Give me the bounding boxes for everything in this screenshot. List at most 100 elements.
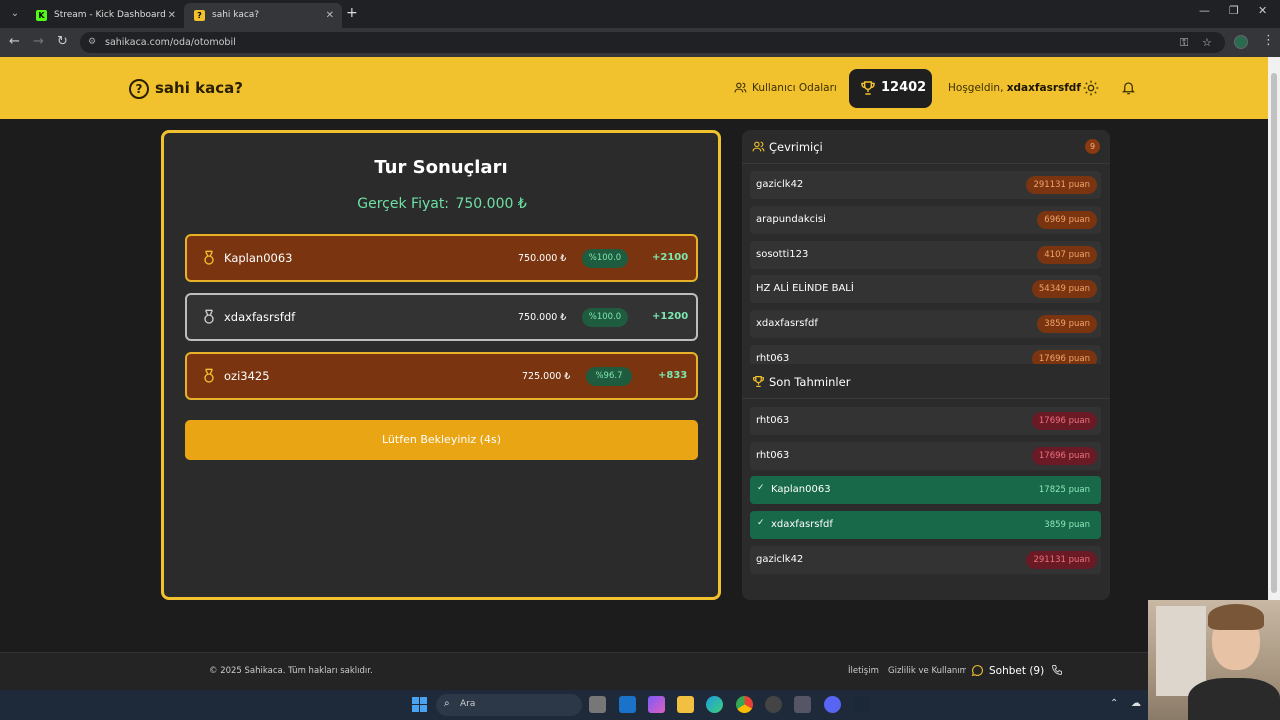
restore-icon[interactable]: ❐ — [1229, 4, 1239, 17]
online-count-badge: 9 — [1085, 139, 1100, 154]
outlook-icon[interactable] — [619, 696, 636, 713]
user-name: rht063 — [756, 353, 790, 364]
discord-icon[interactable] — [824, 696, 841, 713]
bell-icon[interactable] — [1121, 80, 1136, 96]
taskbar-search[interactable]: ⌕ Ara — [436, 694, 582, 716]
task-view-icon[interactable] — [589, 696, 606, 713]
result-points: +2100 — [652, 252, 689, 263]
score-badge: 12402 — [849, 69, 932, 108]
app-icon[interactable] — [765, 696, 782, 713]
profile-avatar[interactable] — [1234, 35, 1248, 49]
user-points-badge: 3859 puan — [1044, 520, 1090, 530]
scrollbar-thumb[interactable] — [1271, 73, 1277, 593]
tab-kick-dashboard[interactable]: K Stream - Kick Dashboard ✕ — [26, 3, 184, 28]
real-price-value: 750.000 ₺ — [455, 196, 527, 212]
tab-sahikaca[interactable]: ? sahi kaca? ✕ — [184, 3, 342, 28]
kick-favicon-icon: K — [36, 10, 47, 21]
result-player-name: Kaplan0063 — [224, 251, 293, 265]
online-title: Çevrimiçi — [769, 140, 823, 154]
welcome-text: Hoşgeldin, xdaxfasrsfdf — [948, 82, 1081, 94]
file-explorer-icon[interactable] — [677, 696, 694, 713]
user-points-badge: 291131 puan — [1026, 176, 1097, 194]
user-name: xdaxfasrsfdf — [771, 519, 833, 530]
webcam-person-hair — [1208, 604, 1264, 630]
password-key-icon[interactable]: ⚿ — [1180, 32, 1188, 53]
edge-icon[interactable] — [706, 696, 723, 713]
list-item: ✓ Kaplan0063 17825 puan — [750, 476, 1101, 504]
tab-title: sahi kaca? — [212, 10, 260, 20]
url-text: sahikaca.com/oda/otomobil — [105, 37, 236, 48]
user-name: xdaxfasrsfdf — [756, 318, 818, 329]
privacy-link[interactable]: Gizlilik ve Kullanım — [888, 666, 968, 676]
phone-icon[interactable] — [1051, 664, 1063, 676]
result-row-3: ozi3425 725.000 ₺ %96.7 +833 — [185, 352, 698, 400]
username: xdaxfasrsfdf — [1006, 82, 1081, 94]
reload-icon[interactable]: ↻ — [57, 34, 68, 49]
windows-start-icon[interactable] — [412, 697, 427, 712]
site-logo[interactable]: sahi kaca? — [155, 79, 243, 97]
user-points-badge: 54349 puan — [1031, 280, 1097, 298]
forward-arrow-icon[interactable]: → — [33, 34, 44, 49]
user-name: gaziclk42 — [756, 554, 804, 565]
webcam-overlay — [1148, 600, 1280, 720]
minimize-icon[interactable]: — — [1199, 4, 1210, 17]
cloud-icon[interactable]: ☁ — [1131, 698, 1141, 709]
close-window-icon[interactable]: ✕ — [1258, 4, 1267, 17]
steam-icon[interactable] — [853, 696, 870, 713]
page-scrollbar[interactable] — [1268, 57, 1280, 652]
list-item: ✓ xdaxfasrsfdf 3859 puan — [750, 511, 1101, 539]
chat-label: Sohbet (9) — [989, 665, 1045, 677]
list-item: rht063 17696 puan — [750, 345, 1101, 364]
users-icon — [752, 141, 765, 152]
chat-button[interactable]: Sohbet (9) — [966, 657, 1080, 685]
check-icon: ✓ — [757, 518, 765, 528]
result-player-name: xdaxfasrsfdf — [224, 310, 296, 324]
medal-silver-icon — [204, 309, 214, 324]
online-user-list[interactable]: gaziclk42 291131 puan arapundakcisi 6969… — [742, 164, 1110, 364]
real-price-label: Gerçek Fiyat: — [357, 196, 450, 212]
medal-bronze-icon — [204, 368, 214, 383]
site-info-icon[interactable]: ⚙ — [88, 32, 96, 53]
recent-guesses-title: Son Tahminler — [769, 375, 851, 389]
wait-button[interactable]: Lütfen Bekleyiniz (4s) — [185, 420, 698, 460]
browser-menu-icon[interactable]: ⋮ — [1262, 33, 1275, 48]
recent-guesses-header: Son Tahminler — [742, 365, 1110, 399]
tab-search-menu-icon[interactable]: ⌄ — [6, 5, 24, 23]
medal-gold-icon — [204, 250, 214, 265]
site-header: ? sahi kaca? Kullanıcı Odaları 12402 Hoş… — [0, 57, 1268, 119]
app-icon[interactable] — [794, 696, 811, 713]
user-name: arapundakcisi — [756, 214, 826, 225]
list-item: xdaxfasrsfdf 3859 puan — [750, 310, 1101, 338]
copilot-icon[interactable] — [648, 696, 665, 713]
address-bar[interactable]: ⚙ sahikaca.com/oda/otomobil ⚿ ☆ — [80, 32, 1225, 53]
result-accuracy-badge: %96.7 — [586, 367, 632, 386]
result-row-2: xdaxfasrsfdf 750.000 ₺ %100.0 +1200 — [185, 293, 698, 341]
result-points: +833 — [658, 370, 688, 381]
round-results-card: Tur Sonuçları Gerçek Fiyat: 750.000 ₺ Ka… — [161, 130, 721, 600]
os-taskbar: ⌕ Ara ⌃ ☁ — [0, 690, 1280, 720]
result-guess-price: 725.000 ₺ — [522, 371, 571, 382]
user-name: gaziclk42 — [756, 179, 804, 190]
result-points: +1200 — [652, 311, 689, 322]
nav-user-rooms-link[interactable]: Kullanıcı Odaları — [752, 82, 837, 94]
side-panel: Çevrimiçi 9 gaziclk42 291131 puan arapun… — [742, 130, 1110, 600]
close-tab-icon[interactable]: ✕ — [326, 3, 334, 28]
contact-link[interactable]: İletişim — [848, 666, 879, 676]
new-tab-icon[interactable]: + — [346, 5, 358, 21]
sun-icon[interactable] — [1083, 80, 1099, 96]
list-item: HZ ALİ ELİNDE BALİ 54349 puan — [750, 275, 1101, 303]
back-arrow-icon[interactable]: ← — [9, 34, 20, 49]
user-name: sosotti123 — [756, 249, 809, 260]
user-name: rht063 — [756, 450, 790, 461]
welcome-prefix: Hoşgeldin, — [948, 82, 1004, 94]
browser-tabbar: ⌄ K Stream - Kick Dashboard ✕ ? sahi kac… — [0, 0, 1280, 28]
question-circle-icon[interactable]: ? — [129, 79, 149, 99]
result-guess-price: 750.000 ₺ — [518, 253, 567, 264]
bookmark-star-icon[interactable]: ☆ — [1202, 32, 1212, 53]
tray-expand-icon[interactable]: ⌃ — [1110, 698, 1118, 709]
close-tab-icon[interactable]: ✕ — [168, 3, 176, 28]
user-points-badge: 291131 puan — [1026, 551, 1097, 569]
chrome-icon[interactable] — [736, 696, 753, 713]
trophy-icon — [753, 376, 764, 387]
list-item: sosotti123 4107 puan — [750, 241, 1101, 269]
